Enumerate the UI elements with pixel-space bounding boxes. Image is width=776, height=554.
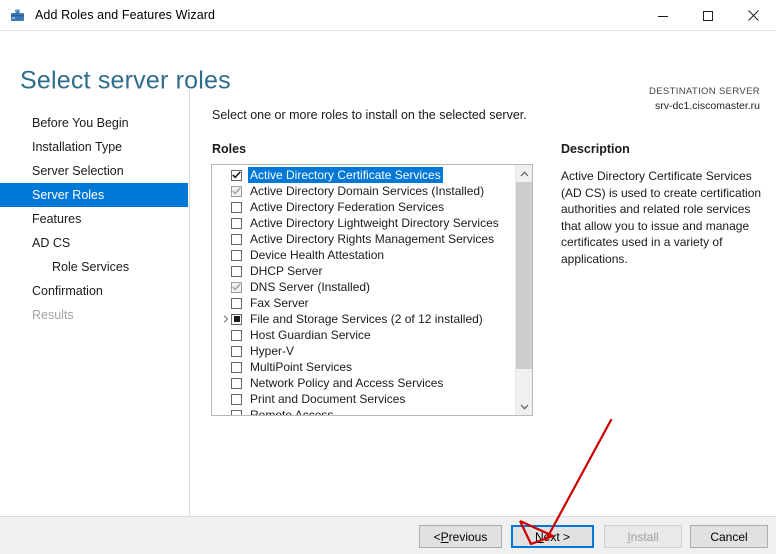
role-list-item[interactable]: Fax Server	[212, 295, 515, 311]
role-checkbox[interactable]	[231, 249, 242, 261]
role-checkbox	[231, 185, 242, 197]
role-checkbox[interactable]	[231, 217, 242, 229]
role-list-item[interactable]: Active Directory Federation Services	[212, 199, 515, 215]
role-list-item[interactable]: Hyper-V	[212, 343, 515, 359]
roles-section-label: Roles	[212, 142, 247, 156]
role-checkbox[interactable]	[231, 409, 242, 415]
sidebar-item-server-roles[interactable]: Server Roles	[0, 183, 188, 207]
role-list-item[interactable]: Network Policy and Access Services	[212, 375, 515, 391]
role-checkbox[interactable]	[231, 361, 242, 373]
role-label: Active Directory Domain Services (Instal…	[250, 184, 485, 198]
role-list-item[interactable]: File and Storage Services (2 of 12 insta…	[212, 311, 515, 327]
role-label: Fax Server	[250, 296, 309, 310]
role-list-item[interactable]: Print and Document Services	[212, 391, 515, 407]
role-checkbox	[231, 281, 242, 293]
role-list-item[interactable]: DNS Server (Installed)	[212, 279, 515, 295]
role-checkbox[interactable]	[231, 169, 242, 181]
role-label: Device Health Attestation	[250, 248, 385, 262]
role-label: File and Storage Services (2 of 12 insta…	[250, 312, 483, 326]
cancel-button[interactable]: Cancel	[690, 525, 768, 548]
role-label: Active Directory Federation Services	[250, 200, 445, 214]
wizard-toolbox-icon	[9, 7, 26, 23]
role-label: DNS Server (Installed)	[250, 280, 371, 294]
role-label: MultiPoint Services	[250, 360, 353, 374]
sidebar-item-before-you-begin[interactable]: Before You Begin	[0, 111, 189, 135]
roles-scrollbar[interactable]	[515, 165, 532, 415]
previous-button[interactable]: < Previous	[419, 525, 502, 548]
role-label: Active Directory Certificate Services	[248, 167, 443, 183]
description-title: Description	[561, 142, 630, 156]
title-bar: Add Roles and Features Wizard	[0, 0, 776, 31]
role-label: DHCP Server	[250, 264, 323, 278]
description-body: Active Directory Certificate Services (A…	[561, 169, 762, 266]
role-checkbox[interactable]	[231, 233, 242, 245]
role-list-item[interactable]: Active Directory Lightweight Directory S…	[212, 215, 515, 231]
wizard-footer: < Previous Next > Install Cancel	[0, 516, 776, 554]
sidebar-item-server-selection[interactable]: Server Selection	[0, 159, 189, 183]
scroll-up-icon[interactable]	[516, 165, 532, 182]
role-checkbox[interactable]	[231, 313, 242, 325]
sidebar-item-ad-cs[interactable]: AD CS	[0, 231, 189, 255]
role-checkbox[interactable]	[231, 297, 242, 309]
scroll-down-icon[interactable]	[516, 398, 532, 415]
roles-listbox[interactable]: Active Directory Certificate Services Act…	[211, 164, 533, 416]
next-button[interactable]: Next >	[511, 525, 594, 548]
role-label: Remote Access	[250, 408, 334, 416]
role-label: Print and Document Services	[250, 392, 406, 406]
install-button: Install	[604, 525, 682, 548]
sidebar-item-installation-type[interactable]: Installation Type	[0, 135, 189, 159]
role-list-item[interactable]: MultiPoint Services	[212, 359, 515, 375]
role-list-item[interactable]: DHCP Server	[212, 263, 515, 279]
role-list-item[interactable]: Device Health Attestation	[212, 247, 515, 263]
sidebar-item-features[interactable]: Features	[0, 207, 189, 231]
roles-list[interactable]: Active Directory Certificate Services Act…	[212, 167, 515, 416]
role-list-item[interactable]: Remote Access	[212, 407, 515, 416]
window-controls	[640, 0, 776, 31]
maximize-button[interactable]	[685, 0, 730, 31]
role-checkbox[interactable]	[231, 265, 242, 277]
role-label: Active Directory Rights Management Servi…	[250, 232, 495, 246]
instruction-text: Select one or more roles to install on t…	[212, 108, 527, 122]
sidebar-item-confirmation[interactable]: Confirmation	[0, 279, 189, 303]
role-list-item[interactable]: Active Directory Rights Management Servi…	[212, 231, 515, 247]
sidebar-item-role-services[interactable]: Role Services	[0, 255, 189, 279]
role-checkbox[interactable]	[231, 393, 242, 405]
role-label: Network Policy and Access Services	[250, 376, 444, 390]
window-title: Add Roles and Features Wizard	[35, 8, 216, 22]
role-checkbox[interactable]	[231, 201, 242, 213]
role-label: Hyper-V	[250, 344, 295, 358]
role-label: Active Directory Lightweight Directory S…	[250, 216, 499, 230]
minimize-button[interactable]	[640, 0, 685, 31]
role-list-item[interactable]: Active Directory Domain Services (Instal…	[212, 183, 515, 199]
close-button[interactable]	[730, 0, 776, 31]
role-checkbox[interactable]	[231, 329, 242, 341]
role-list-item[interactable]: Active Directory Certificate Services	[212, 167, 515, 183]
role-list-item[interactable]: Host Guardian Service	[212, 327, 515, 343]
sidebar-item-results: Results	[32, 308, 74, 322]
wizard-body: Before You Begin Installation Type Server …	[0, 88, 776, 516]
main-panel: Select one or more roles to install on t…	[190, 88, 776, 516]
expander-triangle-icon[interactable]	[220, 311, 231, 327]
role-checkbox[interactable]	[231, 345, 242, 357]
role-label: Host Guardian Service	[250, 328, 371, 342]
scrollbar-thumb[interactable]	[516, 182, 532, 369]
role-checkbox[interactable]	[231, 377, 242, 389]
wizard-steps-nav: Before You Begin Installation Type Server …	[0, 88, 190, 516]
